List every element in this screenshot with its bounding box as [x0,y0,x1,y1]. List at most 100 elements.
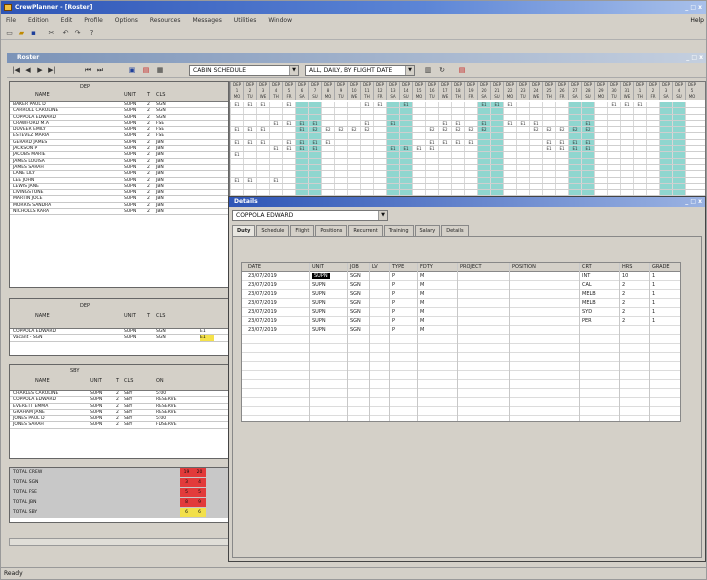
grid-cell[interactable] [555,133,568,139]
grid-cell[interactable] [555,177,568,183]
grid-cell[interactable]: E1 [425,139,438,146]
grid-cell[interactable] [646,177,659,183]
grid-cell[interactable] [477,171,490,177]
grid-cell[interactable] [477,183,490,190]
grid-cell[interactable] [373,183,386,190]
grid-cell[interactable] [282,108,295,114]
duty-row[interactable]: 23/07/2019 SUPN SGN P M [242,326,680,335]
grid-cell[interactable] [633,171,646,177]
grid-cell[interactable] [464,114,477,120]
grid-cell[interactable] [659,171,672,177]
grid-cell[interactable] [568,108,581,114]
grid-cell[interactable] [308,158,321,164]
menu-profile[interactable]: Profile [79,15,108,26]
grid-cell[interactable] [594,183,607,190]
grid-cell[interactable] [308,183,321,190]
grid-cell[interactable] [672,108,685,114]
grid-cell[interactable] [633,146,646,152]
grid-cell[interactable] [360,177,373,183]
grid-cell[interactable] [321,171,334,177]
grid-cell[interactable] [594,164,607,171]
tab-training[interactable]: Training [383,225,414,236]
grid-cell[interactable] [594,190,607,196]
grid-cell[interactable] [477,146,490,152]
grid-cell[interactable] [269,114,282,120]
grid-cell[interactable] [308,164,321,171]
print-icon[interactable]: ▤ [141,66,151,75]
grid-cell[interactable] [581,108,594,114]
grid-cell[interactable] [451,158,464,164]
grid-cell[interactable] [620,164,633,171]
grid-cell[interactable]: E1 [477,120,490,127]
redo-icon[interactable]: ↷ [73,29,82,38]
grid-cell[interactable] [568,158,581,164]
table-row[interactable]: NICHOLLS KARA SUPN 2 JBN [10,209,228,216]
last-record-button[interactable]: ▶| [47,66,57,75]
grid-cell[interactable] [672,133,685,139]
grid-cell[interactable] [425,120,438,127]
grid-cell[interactable] [633,183,646,190]
grid-cell[interactable] [659,120,672,127]
grid-cell[interactable]: E1 [555,146,568,152]
grid-cell[interactable] [347,102,360,108]
grid-cell[interactable] [269,127,282,133]
grid-cell[interactable] [282,152,295,158]
grid-cell[interactable] [555,183,568,190]
grid-cell[interactable] [633,158,646,164]
duty-cell[interactable]: E1 [200,329,214,334]
grid-cell[interactable] [412,158,425,164]
grid-cell[interactable] [594,133,607,139]
grid-cell[interactable] [529,146,542,152]
undo-icon[interactable]: ↶ [61,29,70,38]
grid-cell[interactable] [594,152,607,158]
print-icon[interactable]: ▤ [457,66,467,75]
grid-cell[interactable] [295,152,308,158]
grid-cell[interactable] [620,158,633,164]
grid-cell[interactable] [477,152,490,158]
grid-cell[interactable] [477,133,490,139]
grid-cell[interactable] [633,190,646,196]
grid-cell[interactable] [295,177,308,183]
grid-cell[interactable] [659,146,672,152]
grid-cell[interactable] [607,114,620,120]
grid-cell[interactable] [646,190,659,196]
grid-cell[interactable] [295,158,308,164]
grid-cell[interactable] [256,158,269,164]
grid-cell[interactable] [672,177,685,183]
grid-cell[interactable] [646,120,659,127]
grid-cell[interactable] [464,152,477,158]
grid-cell[interactable] [243,133,256,139]
grid-cell[interactable] [412,120,425,127]
grid-cell[interactable] [516,114,529,120]
grid-cell[interactable] [633,114,646,120]
first-record-button[interactable]: |◀ [11,66,21,75]
grid-cell[interactable] [295,108,308,114]
grid-cell[interactable] [607,177,620,183]
dialog-window-buttons[interactable]: _ □ x [685,197,702,207]
grid-cell[interactable] [412,190,425,196]
duty-row[interactable]: 23/07/2019 SUPN SGN P M CAL 2 1 [242,281,680,290]
grid-cell[interactable] [646,108,659,114]
grid-cell[interactable] [321,146,334,152]
grid-cell[interactable] [360,152,373,158]
grid-cell[interactable] [347,108,360,114]
grid-cell[interactable] [412,139,425,146]
grid-cell[interactable] [360,146,373,152]
grid-cell[interactable]: E1 [607,102,620,108]
grid-cell[interactable] [438,146,451,152]
grid-cell[interactable] [633,108,646,114]
dialog-title-bar[interactable]: Details _ □ x [229,197,705,207]
grid-cell[interactable]: E2 [360,127,373,133]
grid-cell[interactable] [347,114,360,120]
grid-cell[interactable] [438,171,451,177]
grid-cell[interactable] [607,120,620,127]
menu-edition[interactable]: Edition [23,15,54,26]
grid-cell[interactable] [685,139,698,146]
grid-cell[interactable]: E1 [308,146,321,152]
grid-cell[interactable] [243,146,256,152]
grid-cell[interactable] [334,152,347,158]
grid-cell[interactable] [633,127,646,133]
grid-cell[interactable] [542,164,555,171]
grid-cell[interactable]: E1 [568,146,581,152]
grid-cell[interactable] [438,190,451,196]
